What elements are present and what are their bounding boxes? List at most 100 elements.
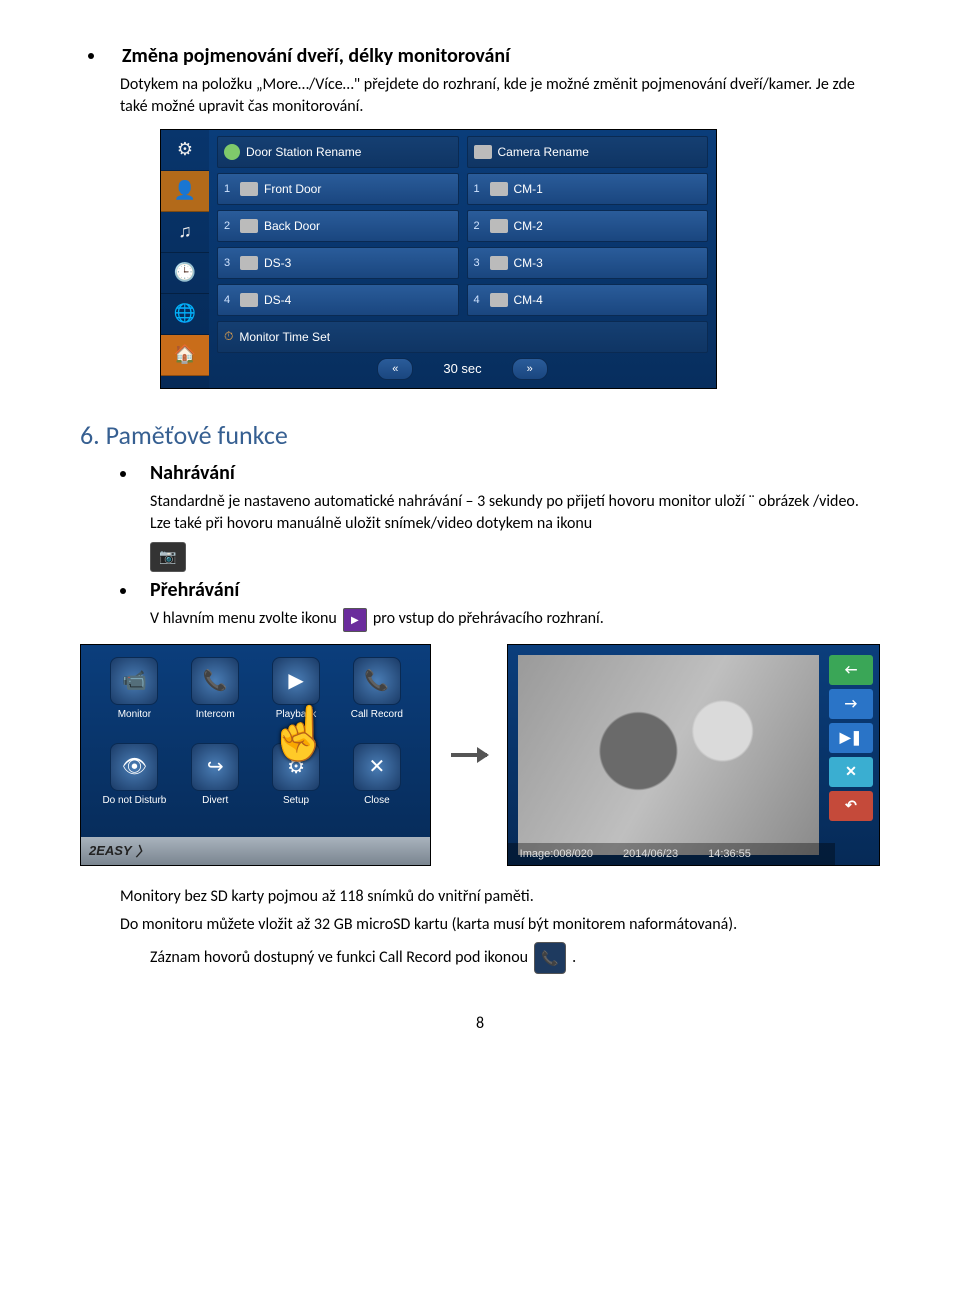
page-number: 8 bbox=[80, 1014, 880, 1033]
menu-do-not-disturb-icon: 👁 bbox=[110, 743, 158, 791]
bullet-icon bbox=[120, 471, 126, 477]
main-menu-item-do-not-disturb[interactable]: 👁Do not Disturb bbox=[97, 743, 172, 823]
camera-mini-icon bbox=[474, 145, 492, 159]
camera-row-4[interactable]: 4CM-4 bbox=[467, 284, 709, 316]
nahravani-paragraph: Standardně je nastaveno automatické nahr… bbox=[150, 491, 880, 572]
main-menu-item-playback[interactable]: ▶ Playback bbox=[259, 657, 334, 737]
monitor-time-set[interactable]: ⏱ Monitor Time Set bbox=[217, 321, 708, 353]
door-1-label: Front Door bbox=[264, 182, 321, 196]
cam-1-label: CM-1 bbox=[514, 182, 543, 196]
menu-setup-icon: ⚙ bbox=[272, 743, 320, 791]
cam-3-label: CM-3 bbox=[514, 256, 543, 270]
section1-paragraph: Dotykem na položku „More…/Více…" přejdet… bbox=[120, 74, 880, 119]
main-menu-screenshot: 📹Monitor📞Intercom▶Playback📞Call Record👁D… bbox=[80, 644, 431, 866]
playback-image-counter: Image:008/020 bbox=[520, 848, 593, 860]
door-rename-label: Door Station Rename bbox=[246, 145, 361, 159]
door-icon bbox=[240, 219, 258, 233]
settings-sidebar: ⚙ 👤 ♫ 🕒 🌐 🏠 bbox=[161, 130, 209, 388]
person-icon bbox=[224, 144, 240, 160]
delete-button[interactable]: ✕ bbox=[829, 757, 873, 787]
playback-time: 14:36:55 bbox=[708, 848, 751, 860]
sub-prehravani: Přehrávání bbox=[150, 578, 239, 602]
menu-monitor-icon: 📹 bbox=[110, 657, 158, 705]
menu-close-icon: ✕ bbox=[353, 743, 401, 791]
prev-button[interactable]: ← bbox=[829, 655, 873, 685]
camera-row-1[interactable]: 1CM-1 bbox=[467, 173, 709, 205]
door-row-4[interactable]: 4DS-4 bbox=[217, 284, 459, 316]
menu-item-label: Call Record bbox=[351, 709, 403, 720]
section1-title: Změna pojmenování dveří, délky monitorov… bbox=[122, 44, 510, 68]
sidebar-gear-icon[interactable]: ⚙ bbox=[161, 130, 209, 171]
cam-icon bbox=[490, 256, 508, 270]
door-icon bbox=[240, 293, 258, 307]
time-increase-button[interactable]: » bbox=[512, 358, 548, 380]
camera-rename-label: Camera Rename bbox=[498, 145, 589, 159]
next-button[interactable]: → bbox=[829, 689, 873, 719]
door-rename-header: Door Station Rename bbox=[217, 136, 459, 168]
cam-2-label: CM-2 bbox=[514, 219, 543, 233]
camera-rename-header: Camera Rename bbox=[467, 136, 709, 168]
camera-icon bbox=[150, 542, 186, 572]
main-menu-item-intercom[interactable]: 📞 Intercom bbox=[178, 657, 253, 737]
prehravani-after: pro vstup do přehrávacího rozhraní. bbox=[373, 608, 604, 630]
playback-date: 2014/06/23 bbox=[623, 848, 678, 860]
door-row-3[interactable]: 3DS-3 bbox=[217, 247, 459, 279]
main-menu-item-call-record[interactable]: 📞 Call Record bbox=[339, 657, 414, 737]
back-button[interactable]: ↶ bbox=[829, 791, 873, 821]
menu-item-label: Divert bbox=[202, 795, 228, 806]
sidebar-home-icon[interactable]: 🏠 bbox=[161, 335, 209, 376]
camera-row-2[interactable]: 2CM-2 bbox=[467, 210, 709, 242]
main-menu-footer: 2EASY 〉 bbox=[81, 837, 430, 865]
menu-intercom-icon: 📞 bbox=[191, 657, 239, 705]
main-menu-item-divert[interactable]: ↪ Divert bbox=[178, 743, 253, 823]
cam-icon bbox=[490, 293, 508, 307]
door-row-1[interactable]: 1Front Door bbox=[217, 173, 459, 205]
prehravani-paragraph: V hlavním menu zvolte ikonu pro vstup do… bbox=[150, 608, 880, 632]
main-menu-item-monitor[interactable]: 📹Monitor bbox=[97, 657, 172, 737]
cam-icon bbox=[490, 182, 508, 196]
time-decrease-button[interactable]: « bbox=[377, 358, 413, 380]
settings-screenshot: ⚙ 👤 ♫ 🕒 🌐 🏠 Door Station Rename Camera R… bbox=[160, 129, 717, 389]
sidebar-globe-icon[interactable]: 🌐 bbox=[161, 294, 209, 335]
section2-title: 6. Paměťové funkce bbox=[80, 419, 880, 451]
footer-para-2: Do monitoru můžete vložit až 32 GB micro… bbox=[120, 914, 880, 936]
door-3-label: DS-3 bbox=[264, 256, 291, 270]
menu-item-label: Close bbox=[364, 795, 390, 806]
main-menu-item-setup[interactable]: ⚙ Setup bbox=[259, 743, 334, 823]
monitor-time-label: Monitor Time Set bbox=[239, 330, 330, 344]
nahravani-text: Standardně je nastaveno automatické nahr… bbox=[150, 491, 880, 536]
footer-para-1: Monitory bez SD karty pojmou až 118 sním… bbox=[120, 886, 880, 908]
main-menu-item-close[interactable]: ✕ Close bbox=[339, 743, 414, 823]
door-4-label: DS-4 bbox=[264, 293, 291, 307]
door-2-label: Back Door bbox=[264, 219, 320, 233]
prehravani-before: V hlavním menu zvolte ikonu bbox=[150, 608, 337, 630]
playback-image bbox=[518, 655, 819, 855]
menu-item-label: Intercom bbox=[196, 709, 235, 720]
menu-playback-icon: ▶ bbox=[272, 657, 320, 705]
sidebar-music-icon[interactable]: ♫ bbox=[161, 212, 209, 253]
call-record-icon bbox=[534, 942, 566, 974]
time-value: 30 sec bbox=[443, 361, 481, 376]
bullet-icon bbox=[88, 53, 94, 59]
menu-call-record-icon: 📞 bbox=[353, 657, 401, 705]
sidebar-clock-icon[interactable]: 🕒 bbox=[161, 253, 209, 294]
door-icon bbox=[240, 256, 258, 270]
sidebar-person-icon[interactable]: 👤 bbox=[161, 171, 209, 212]
menu-item-label: Setup bbox=[283, 795, 309, 806]
bullet-icon bbox=[120, 588, 126, 594]
footer-para3-after: . bbox=[572, 947, 576, 969]
arrow-right-icon bbox=[451, 753, 486, 757]
footer-para-3: Záznam hovorů dostupný ve funkci Call Re… bbox=[150, 942, 880, 974]
cam-4-label: CM-4 bbox=[514, 293, 543, 307]
door-row-2[interactable]: 2Back Door bbox=[217, 210, 459, 242]
sub-nahravani: Nahrávání bbox=[150, 461, 235, 485]
menu-divert-icon: ↪ bbox=[191, 743, 239, 791]
footer-para3-before: Záznam hovorů dostupný ve funkci Call Re… bbox=[150, 947, 528, 969]
playback-icon bbox=[343, 608, 367, 632]
menu-item-label: Playback bbox=[276, 709, 317, 720]
camera-row-3[interactable]: 3CM-3 bbox=[467, 247, 709, 279]
cam-icon bbox=[490, 219, 508, 233]
door-icon bbox=[240, 182, 258, 196]
play-pause-button[interactable]: ▶❚ bbox=[829, 723, 873, 753]
brand-label: 2EASY bbox=[89, 843, 132, 858]
